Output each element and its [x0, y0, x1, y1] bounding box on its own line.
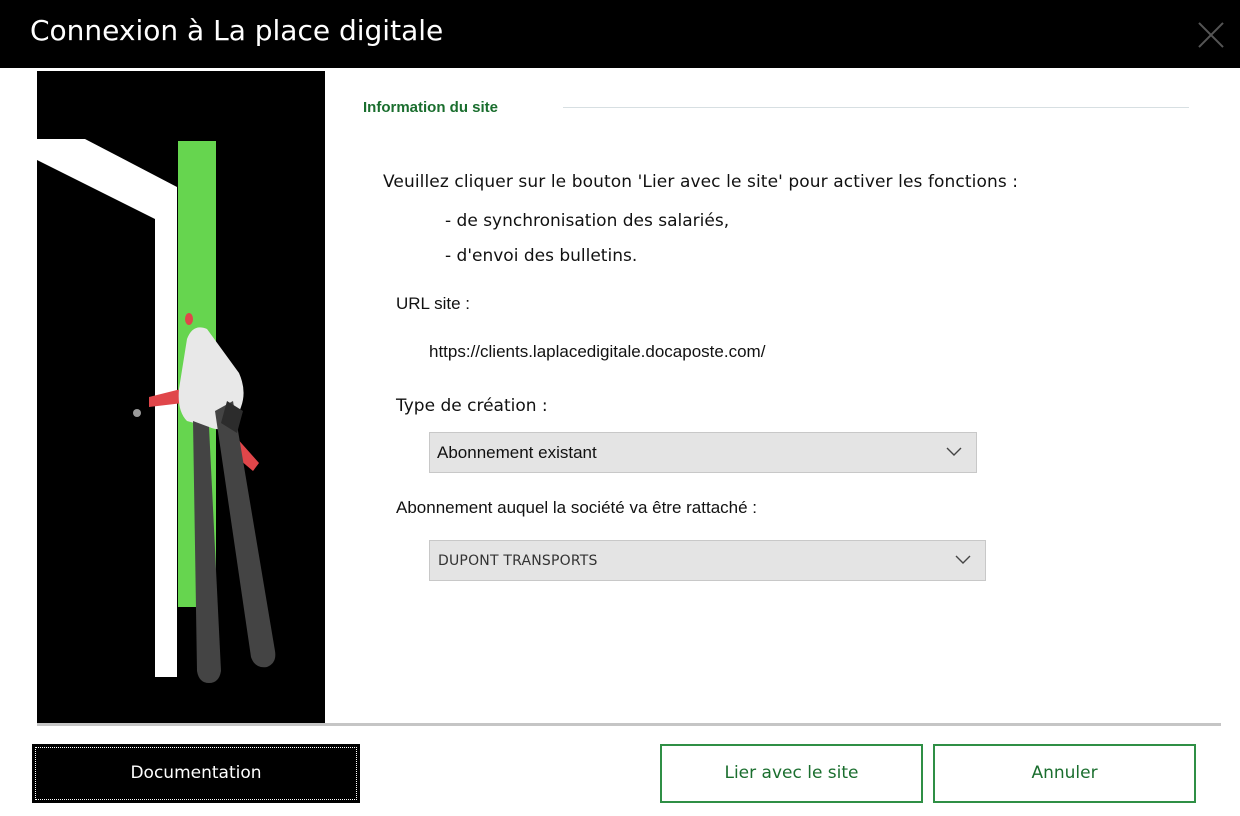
subscription-label: Abonnement auquel la société va être rat…	[396, 498, 758, 517]
cancel-button-label: Annuler	[1031, 763, 1098, 783]
link-site-button-label: Lier avec le site	[724, 763, 859, 783]
bullet-send-payslips: - d'envoi des bulletins.	[445, 246, 638, 266]
window-title: Connexion à La place digitale	[30, 14, 444, 47]
chevron-down-icon	[946, 445, 962, 457]
person-door-illustration	[27, 71, 325, 723]
url-value: https://clients.laplacedigitale.docapost…	[429, 342, 766, 361]
url-label: URL site :	[396, 294, 471, 313]
creation-type-select[interactable]: Abonnement existant	[429, 432, 977, 473]
subscription-select[interactable]: DUPONT TRANSPORTS	[429, 540, 986, 581]
documentation-button[interactable]: Documentation	[32, 744, 360, 803]
chevron-down-icon	[955, 553, 971, 565]
link-site-button[interactable]: Lier avec le site	[660, 744, 923, 803]
section-divider	[563, 107, 1189, 108]
section-title: Information du site	[363, 98, 502, 118]
title-bar: Connexion à La place digitale	[0, 0, 1240, 68]
documentation-button-label: Documentation	[130, 763, 262, 783]
cancel-button[interactable]: Annuler	[933, 744, 1196, 803]
creation-type-value: Abonnement existant	[437, 443, 597, 462]
footer-separator	[37, 723, 1221, 726]
bullet-sync-employees: - de synchronisation des salariés,	[445, 211, 730, 231]
creation-type-label: Type de création :	[396, 396, 548, 416]
section-header: Information du site	[363, 98, 1189, 122]
instructions-text: Veuillez cliquer sur le bouton 'Lier ave…	[383, 172, 1019, 192]
subscription-value: DUPONT TRANSPORTS	[438, 553, 598, 569]
close-icon[interactable]	[1196, 20, 1226, 50]
